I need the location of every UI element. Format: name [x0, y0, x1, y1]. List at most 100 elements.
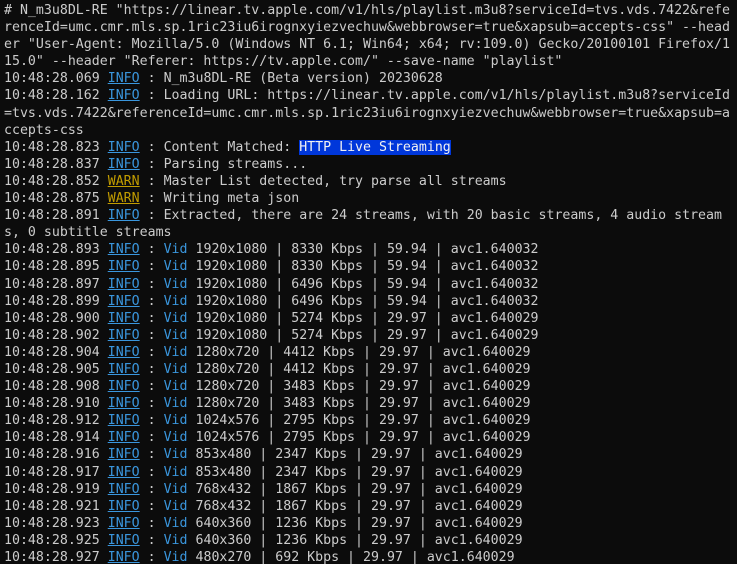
stream-details: 1280x720 | 3483 Kbps | 29.97 | avc1.6400… [187, 396, 531, 412]
stream-details: 1920x1080 | 6496 Kbps | 59.94 | avc1.640… [187, 276, 539, 292]
stream-type-label: Vid [163, 413, 188, 429]
stream-details: 1920x1080 | 8330 Kbps | 59.94 | avc1.640… [187, 259, 539, 275]
log-timestamp: 10:48:28.891 [4, 208, 100, 224]
stream-type-label: Vid [163, 532, 188, 548]
log-line: 10:48:28.852 WARN : Master List detected… [4, 173, 507, 189]
log-timestamp: 10:48:28.902 [4, 327, 100, 343]
log-timestamp: 10:48:28.904 [4, 344, 100, 360]
log-timestamp: 10:48:28.908 [4, 379, 100, 395]
stream-type-label: Vid [163, 276, 188, 292]
log-level-badge: WARN [107, 173, 140, 189]
stream-type-label: Vid [163, 430, 188, 446]
stream-type-label: Vid [163, 379, 188, 395]
log-level-badge: INFO [107, 379, 140, 395]
log-lines: 10:48:28.069 INFO : N_m3u8DL-RE (Beta ve… [4, 70, 737, 564]
log-line: 10:48:28.921 INFO : Vid 768x432 | 1867 K… [4, 498, 523, 514]
log-level-badge: INFO [107, 310, 140, 326]
stream-details: 768x432 | 1867 Kbps | 29.97 | avc1.64002… [187, 481, 523, 497]
log-timestamp: 10:48:28.925 [4, 532, 100, 548]
stream-type-label: Vid [163, 498, 188, 514]
log-timestamp: 10:48:28.162 [4, 88, 100, 104]
stream-details: 853x480 | 2347 Kbps | 29.97 | avc1.64002… [187, 464, 523, 480]
selected-text[interactable]: HTTP Live Streaming [299, 139, 451, 155]
log-timestamp: 10:48:28.921 [4, 498, 100, 514]
log-level-badge: INFO [107, 276, 140, 292]
log-timestamp: 10:48:28.897 [4, 276, 100, 292]
log-line: 10:48:28.893 INFO : Vid 1920x1080 | 8330… [4, 242, 539, 258]
stream-type-label: Vid [163, 515, 188, 531]
stream-type-label: Vid [163, 310, 188, 326]
log-line: 10:48:28.908 INFO : Vid 1280x720 | 3483 … [4, 379, 531, 395]
log-level-badge: INFO [107, 361, 140, 377]
stream-details: 1280x720 | 4412 Kbps | 29.97 | avc1.6400… [187, 361, 531, 377]
log-line: 10:48:28.914 INFO : Vid 1024x576 | 2795 … [4, 430, 531, 446]
log-level-badge: INFO [107, 208, 140, 224]
stream-type-label: Vid [163, 361, 188, 377]
stream-details: 1024x576 | 2795 Kbps | 29.97 | avc1.6400… [187, 413, 531, 429]
log-level-badge: INFO [107, 327, 140, 343]
stream-details: 1920x1080 | 5274 Kbps | 29.97 | avc1.640… [187, 327, 539, 343]
log-line: 10:48:28.912 INFO : Vid 1024x576 | 2795 … [4, 413, 531, 429]
log-level-badge: INFO [107, 464, 140, 480]
log-line: 10:48:28.891 INFO : Extracted, there are… [4, 208, 722, 241]
log-timestamp: 10:48:28.852 [4, 173, 100, 189]
log-level-badge: INFO [107, 156, 140, 172]
stream-details: 1920x1080 | 8330 Kbps | 59.94 | avc1.640… [187, 242, 539, 258]
log-timestamp: 10:48:28.914 [4, 430, 100, 446]
log-message: Content Matched: [163, 139, 300, 155]
log-line: 10:48:28.923 INFO : Vid 640x360 | 1236 K… [4, 515, 523, 531]
log-message: Parsing streams... [163, 156, 308, 172]
log-timestamp: 10:48:28.900 [4, 310, 100, 326]
stream-type-label: Vid [163, 550, 188, 564]
stream-details: 640x360 | 1236 Kbps | 29.97 | avc1.64002… [187, 532, 523, 548]
log-level-badge: INFO [107, 88, 140, 104]
log-level-badge: INFO [107, 447, 140, 463]
log-timestamp: 10:48:28.895 [4, 259, 100, 275]
log-line: 10:48:28.162 INFO : Loading URL: https:/… [4, 88, 730, 138]
log-level-badge: INFO [107, 550, 140, 564]
log-line: 10:48:28.902 INFO : Vid 1920x1080 | 5274… [4, 327, 539, 343]
log-line: 10:48:28.905 INFO : Vid 1280x720 | 4412 … [4, 361, 531, 377]
stream-details: 480x270 | 692 Kbps | 29.97 | avc1.640029 [187, 550, 515, 564]
log-line: 10:48:28.904 INFO : Vid 1280x720 | 4412 … [4, 344, 531, 360]
log-line: 10:48:28.925 INFO : Vid 640x360 | 1236 K… [4, 532, 523, 548]
log-timestamp: 10:48:28.893 [4, 242, 100, 258]
stream-type-label: Vid [163, 259, 188, 275]
log-timestamp: 10:48:28.919 [4, 481, 100, 497]
log-line: 10:48:28.837 INFO : Parsing streams... [4, 156, 308, 172]
stream-type-label: Vid [163, 464, 188, 480]
log-timestamp: 10:48:28.905 [4, 361, 100, 377]
log-level-badge: INFO [107, 242, 140, 258]
log-timestamp: 10:48:28.875 [4, 191, 100, 207]
stream-details: 1920x1080 | 6496 Kbps | 59.94 | avc1.640… [187, 293, 539, 309]
stream-type-label: Vid [163, 327, 188, 343]
log-timestamp: 10:48:28.927 [4, 550, 100, 564]
log-line: 10:48:28.897 INFO : Vid 1920x1080 | 6496… [4, 276, 539, 292]
log-message: N_m3u8DL-RE (Beta version) 20230628 [163, 71, 443, 87]
log-level-badge: INFO [107, 515, 140, 531]
log-timestamp: 10:48:28.917 [4, 464, 100, 480]
stream-details: 768x432 | 1867 Kbps | 29.97 | avc1.64002… [187, 498, 523, 514]
log-line: 10:48:28.917 INFO : Vid 853x480 | 2347 K… [4, 464, 523, 480]
log-line: 10:48:28.900 INFO : Vid 1920x1080 | 5274… [4, 310, 539, 326]
stream-type-label: Vid [163, 396, 188, 412]
log-line: 10:48:28.069 INFO : N_m3u8DL-RE (Beta ve… [4, 71, 443, 87]
log-level-badge: WARN [107, 191, 140, 207]
log-timestamp: 10:48:28.916 [4, 447, 100, 463]
log-message: Master List detected, try parse all stre… [163, 173, 507, 189]
stream-type-label: Vid [163, 447, 188, 463]
terminal-output[interactable]: # N_m3u8DL-RE "https://linear.tv.apple.c… [0, 0, 737, 564]
stream-type-label: Vid [163, 293, 188, 309]
log-line: 10:48:28.899 INFO : Vid 1920x1080 | 6496… [4, 293, 539, 309]
log-line: 10:48:28.895 INFO : Vid 1920x1080 | 8330… [4, 259, 539, 275]
stream-type-label: Vid [163, 242, 188, 258]
log-level-badge: INFO [107, 396, 140, 412]
log-timestamp: 10:48:28.899 [4, 293, 100, 309]
log-level-badge: INFO [107, 139, 140, 155]
stream-details: 1024x576 | 2795 Kbps | 29.97 | avc1.6400… [187, 430, 531, 446]
log-level-badge: INFO [107, 532, 140, 548]
log-level-badge: INFO [107, 71, 140, 87]
command-line: # N_m3u8DL-RE "https://linear.tv.apple.c… [4, 3, 730, 70]
log-level-badge: INFO [107, 344, 140, 360]
stream-details: 1920x1080 | 5274 Kbps | 29.97 | avc1.640… [187, 310, 539, 326]
